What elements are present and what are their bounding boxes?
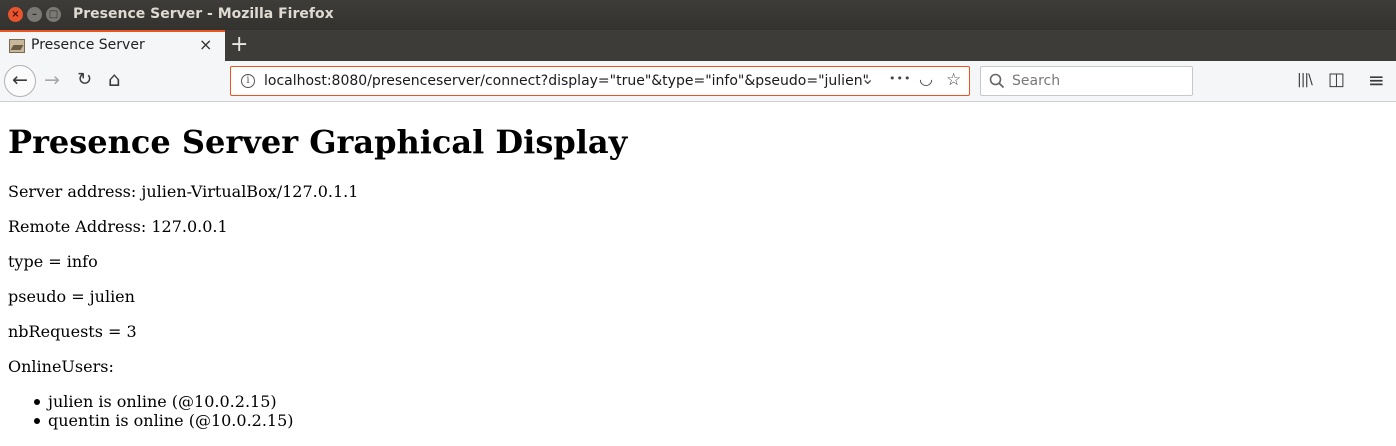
info-icon[interactable]: i [241,74,255,88]
tab-strip: Presence Server × + [0,30,1396,61]
page-actions-icon[interactable]: ••• [889,72,911,85]
list-item: quentin is online (@10.0.2.15) [32,411,294,430]
window-close-button[interactable]: × [8,7,23,22]
remote-address-text: Remote Address: 127.0.0.1 [8,217,228,236]
server-address-text: Server address: julien-VirtualBox/127.0.… [8,182,359,201]
reload-button[interactable]: ↻ [77,69,92,90]
online-users-label: OnlineUsers: [8,357,114,376]
window-minimize-button[interactable]: – [27,7,42,22]
url-bar[interactable]: i localhost:8080/presenceserver/connect?… [230,66,970,96]
bookmark-star-icon[interactable]: ☆ [946,70,961,90]
favicon-icon [9,39,25,53]
url-dropdown-icon[interactable]: ⌄ [861,69,874,88]
list-item: julien is online (@10.0.2.15) [32,392,294,411]
window-titlebar: × – □ Presence Server - Mozilla Firefox [0,0,1396,30]
search-input[interactable]: Search [980,66,1193,96]
tab-title: Presence Server [31,37,145,53]
pocket-icon[interactable]: ◡ [919,69,933,88]
sidebar-icon[interactable]: ◫ [1328,69,1345,90]
window-maximize-button[interactable]: □ [46,7,61,22]
window-title: Presence Server - Mozilla Firefox [73,6,334,22]
back-button[interactable]: ← [4,65,36,97]
search-icon [989,73,1005,89]
library-icon[interactable]: |||\ [1297,72,1313,88]
new-tab-icon[interactable]: + [230,32,248,57]
url-text[interactable]: localhost:8080/presenceserver/connect?di… [264,73,869,89]
tab-presence-server[interactable]: Presence Server × [0,30,225,61]
search-placeholder: Search [1012,73,1061,89]
online-users-list: julien is online (@10.0.2.15) quentin is… [32,392,294,430]
menu-icon[interactable]: ≡ [1368,68,1385,92]
close-tab-icon[interactable]: × [199,35,212,54]
navigation-toolbar: ← → ↻ ⌂ i localhost:8080/presenceserver/… [0,61,1396,102]
type-text: type = info [8,252,98,271]
back-arrow-icon: ← [12,69,28,91]
forward-button[interactable]: → [44,69,60,91]
page-content: Presence Server Graphical Display Server… [8,102,1388,446]
page-heading: Presence Server Graphical Display [8,123,628,161]
home-button[interactable]: ⌂ [108,67,121,91]
nb-requests-text: nbRequests = 3 [8,322,137,341]
pseudo-text: pseudo = julien [8,287,135,306]
